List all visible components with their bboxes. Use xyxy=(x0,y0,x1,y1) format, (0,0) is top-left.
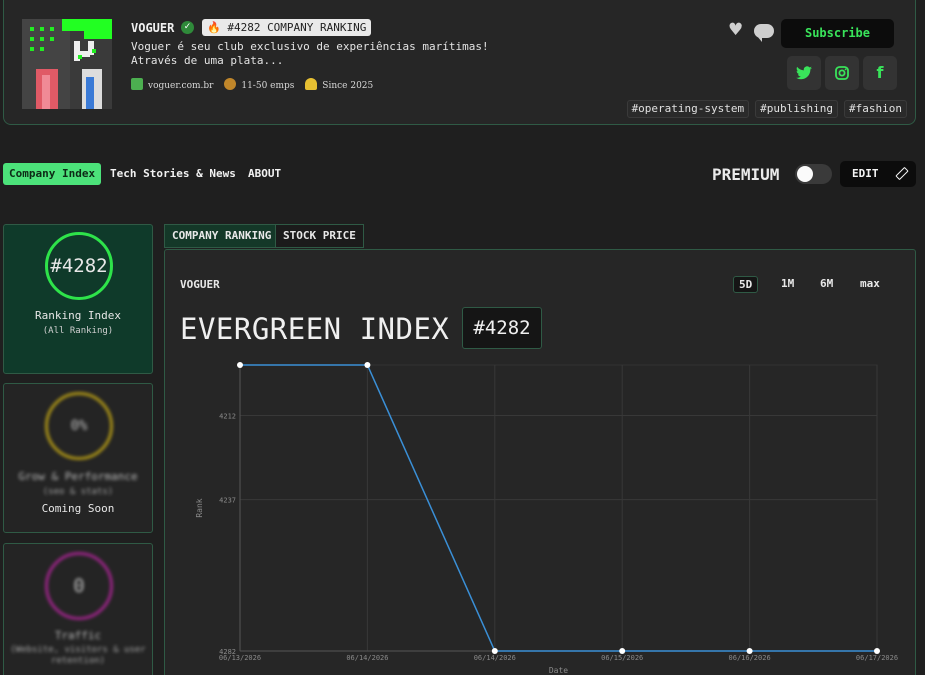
ranking-sub: (All Ranking) xyxy=(42,326,114,336)
ranking-index-card[interactable]: #4282 Ranking Index (All Ranking) xyxy=(3,224,153,374)
trophy-icon xyxy=(305,78,318,90)
employees-meta: 11-50 emps xyxy=(224,78,294,91)
x-axis-label: Date xyxy=(549,666,568,675)
traffic-ring: 0 xyxy=(45,552,113,620)
grow-performance-card[interactable]: 0% Grow & Performance (seo & stats) Comi… xyxy=(3,383,153,533)
x-tick-label: 06/14/2026 xyxy=(346,654,388,662)
traffic-title: Traffic xyxy=(54,629,102,642)
y-tick-label: 4212 xyxy=(219,412,236,420)
x-tick-label: 06/15/2026 xyxy=(601,654,643,662)
ranking-title: Ranking Index xyxy=(34,309,122,322)
rank-data-point xyxy=(364,362,371,368)
tab-about[interactable]: ABOUT xyxy=(242,163,287,185)
ranking-ring: #4282 xyxy=(45,232,113,300)
edit-label: EDIT xyxy=(852,167,879,180)
range-max-button[interactable]: max xyxy=(855,276,885,293)
grow-title: Grow & Performance xyxy=(18,470,138,483)
grow-ring: 0% xyxy=(45,392,113,460)
rank-data-point xyxy=(491,648,498,654)
website-link[interactable]: voguer.com.br xyxy=(148,81,213,91)
facebook-icon[interactable]: f xyxy=(863,56,897,90)
tag-item[interactable]: #publishing xyxy=(755,100,839,118)
grow-sub: (seo & stats) xyxy=(42,487,114,497)
y-tick-label: 4237 xyxy=(219,497,236,505)
tab-company-ranking[interactable]: COMPANY RANKING xyxy=(164,224,280,248)
tab-tech-stories[interactable]: Tech Stories & News xyxy=(104,163,242,185)
subscribe-button[interactable]: Subscribe xyxy=(781,19,894,48)
tag-item[interactable]: #operating-system xyxy=(626,100,750,118)
panel-company-name: VOGUER xyxy=(180,278,220,291)
company-meta-row: voguer.com.br 11-50 emps Since 2025 xyxy=(131,78,381,91)
heart-icon[interactable]: ♥ xyxy=(728,22,743,39)
people-icon xyxy=(224,78,237,90)
traffic-card[interactable]: 0 Traffic (Website, visitors & user rete… xyxy=(3,543,153,675)
tab-company-index[interactable]: Company Index xyxy=(3,163,102,185)
x-tick-label: 06/17/2026 xyxy=(856,654,898,662)
x-tick-label: 06/16/2026 xyxy=(729,654,771,662)
index-title: EVERGREEN INDEX xyxy=(180,312,450,346)
rank-data-point xyxy=(746,648,753,654)
website-meta[interactable]: voguer.com.br xyxy=(131,78,213,91)
pencil-icon xyxy=(895,166,909,181)
employees-label: 11-50 emps xyxy=(241,81,295,91)
tag-list: #operating-system #publishing #fashion xyxy=(621,97,907,118)
range-6m-button[interactable]: 6M xyxy=(815,276,838,293)
company-name: VOGUER xyxy=(131,21,175,35)
grow-value: 0% xyxy=(70,418,88,434)
coming-soon-label: Coming Soon xyxy=(41,502,115,515)
x-tick-label: 06/13/2026 xyxy=(219,654,261,662)
since-label: Since 2025 xyxy=(322,81,374,91)
twitter-icon[interactable] xyxy=(787,56,821,90)
verified-check-icon: ✓ xyxy=(181,21,194,34)
company-rank-badge: 🔥 #4282 COMPANY RANKING xyxy=(202,19,372,36)
tab-stock-price[interactable]: STOCK PRICE xyxy=(275,224,364,248)
y-axis-label: Rank xyxy=(195,498,204,517)
plot-frame xyxy=(239,364,878,652)
index-badge: #4282 xyxy=(462,307,542,349)
traffic-sub: (Website, visitors & user retention) xyxy=(10,645,146,666)
range-5d-button[interactable]: 5D xyxy=(733,276,759,293)
rank-series-line xyxy=(240,364,877,652)
traffic-value: 0 xyxy=(73,575,85,597)
company-description: Voguer é seu club exclusivo de experiênc… xyxy=(131,40,489,67)
company-logo xyxy=(22,19,112,109)
ranking-value: #4282 xyxy=(50,255,108,277)
rank-badge-label: #4282 COMPANY RANKING xyxy=(227,21,367,34)
x-tick-label: 06/14/2026 xyxy=(474,654,516,662)
edit-button[interactable]: EDIT xyxy=(840,161,916,187)
rank-data-point xyxy=(619,648,626,654)
toggle-knob xyxy=(797,166,813,182)
comment-icon[interactable] xyxy=(754,24,774,42)
rank-line-chart: 42124237428206/13/2026 06/14/2026 06/14/20… xyxy=(195,362,898,675)
tag-item[interactable]: #fashion xyxy=(844,100,907,118)
since-meta: Since 2025 xyxy=(305,78,373,91)
rank-data-point xyxy=(237,362,243,368)
rank-data-point xyxy=(874,648,880,654)
fire-icon: 🔥 xyxy=(207,21,221,34)
premium-toggle[interactable] xyxy=(795,164,832,184)
premium-label: PREMIUM xyxy=(712,165,780,184)
image-icon xyxy=(131,78,143,90)
range-1m-button[interactable]: 1M xyxy=(776,276,799,293)
instagram-icon[interactable] xyxy=(825,56,859,90)
